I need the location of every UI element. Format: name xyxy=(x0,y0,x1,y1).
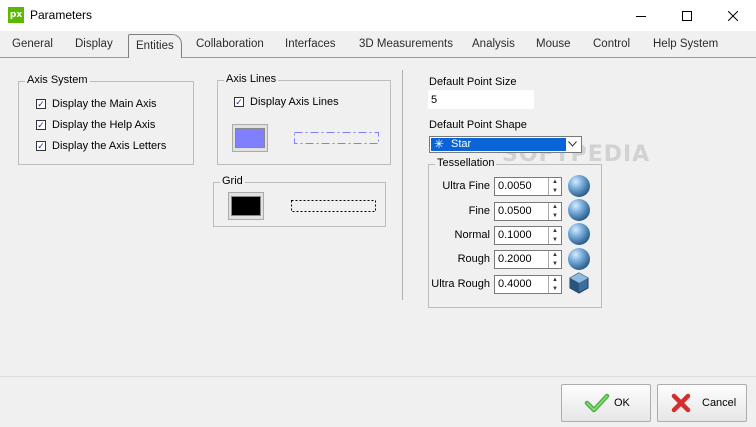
tab-3d-measurements[interactable]: 3D Measurements xyxy=(359,38,453,56)
star-icon: ✳ xyxy=(434,137,445,151)
axis-letters-label: Display the Axis Letters xyxy=(52,140,167,152)
normal-value: 0.1000 xyxy=(498,229,532,241)
ultra-fine-value: 0.0050 xyxy=(498,180,532,192)
chevron-down-icon xyxy=(568,141,577,147)
tab-entities[interactable]: Entities xyxy=(128,34,182,59)
point-shape-select[interactable]: ✳ Star xyxy=(429,136,582,153)
point-shape-label: Default Point Shape xyxy=(429,119,527,131)
ultra-rough-label: Ultra Rough xyxy=(431,278,490,290)
dialog-footer: OK Cancel xyxy=(0,376,756,427)
fine-spinner[interactable]: 0.0500 ▲ ▼ xyxy=(494,202,562,221)
spin-down-icon[interactable]: ▼ xyxy=(549,212,561,221)
tab-control[interactable]: Control xyxy=(593,38,630,56)
tab-collaboration[interactable]: Collaboration xyxy=(196,38,264,56)
spin-down-icon[interactable]: ▼ xyxy=(549,236,561,245)
maximize-button[interactable] xyxy=(664,0,710,31)
fine-value: 0.0500 xyxy=(498,205,532,217)
normal-sphere-icon xyxy=(568,223,590,245)
help-axis-label: Display the Help Axis xyxy=(52,119,156,131)
close-button[interactable] xyxy=(710,0,756,31)
maximize-icon xyxy=(682,10,692,21)
normal-spinner[interactable]: 0.1000 ▲ ▼ xyxy=(494,226,562,245)
main-axis-option[interactable]: ✓ Display the Main Axis xyxy=(36,97,157,111)
spin-down-icon[interactable]: ▼ xyxy=(549,187,561,196)
axis-lines-group: Axis Lines ✓ Display Axis Lines xyxy=(217,73,391,165)
axis-lines-color-button[interactable] xyxy=(232,124,268,152)
window-title: Parameters xyxy=(30,8,93,22)
display-axis-lines-option[interactable]: ✓ Display Axis Lines xyxy=(234,95,339,109)
ultra-rough-value: 0.4000 xyxy=(498,278,532,290)
rough-value: 0.2000 xyxy=(498,253,532,265)
display-axis-lines-checkbox[interactable]: ✓ xyxy=(234,97,244,107)
fine-sphere-icon xyxy=(568,199,590,221)
ultra-rough-spinner[interactable]: 0.4000 ▲ ▼ xyxy=(494,275,562,294)
tab-interfaces[interactable]: Interfaces xyxy=(285,38,336,56)
display-axis-lines-label: Display Axis Lines xyxy=(250,96,339,108)
spin-up-icon[interactable]: ▲ xyxy=(549,251,561,260)
spin-down-icon[interactable]: ▼ xyxy=(549,285,561,294)
tab-mouse[interactable]: Mouse xyxy=(536,38,571,56)
main-axis-label: Display the Main Axis xyxy=(52,98,157,110)
tessellation-title: Tessellation xyxy=(435,157,497,169)
axis-letters-option[interactable]: ✓ Display the Axis Letters xyxy=(36,139,166,153)
grid-color-swatch xyxy=(231,196,261,216)
app-icon: px xyxy=(8,7,24,23)
point-shape-value: Star xyxy=(451,138,472,150)
help-axis-option[interactable]: ✓ Display the Help Axis xyxy=(36,118,155,132)
minimize-button[interactable] xyxy=(618,0,664,31)
cancel-button[interactable]: Cancel xyxy=(657,384,747,422)
axis-lines-color-swatch xyxy=(235,128,265,148)
ok-label: OK xyxy=(614,397,630,409)
rough-label: Rough xyxy=(457,253,490,265)
grid-color-button[interactable] xyxy=(228,192,264,220)
ultra-rough-polyhedron-icon xyxy=(569,272,589,294)
point-shape-selected: ✳ Star xyxy=(431,138,566,151)
ultra-fine-spinner[interactable]: 0.0050 ▲ ▼ xyxy=(494,177,562,196)
spin-up-icon[interactable]: ▲ xyxy=(549,203,561,212)
grid-title: Grid xyxy=(220,175,245,187)
tab-help-system[interactable]: Help System xyxy=(653,38,718,56)
tab-analysis[interactable]: Analysis xyxy=(472,38,515,56)
spin-down-icon[interactable]: ▼ xyxy=(549,260,561,269)
axis-lines-style-preview[interactable] xyxy=(294,132,380,144)
tab-strip: General Display Entities Collaboration I… xyxy=(0,34,756,59)
check-icon xyxy=(584,393,610,413)
grid-style-preview[interactable] xyxy=(291,200,377,212)
minimize-icon xyxy=(636,15,646,17)
normal-label: Normal xyxy=(454,229,490,241)
cancel-label: Cancel xyxy=(702,397,737,409)
fine-label: Fine xyxy=(468,205,490,217)
title-bar: px Parameters xyxy=(0,0,756,31)
rough-spinner[interactable]: 0.2000 ▲ ▼ xyxy=(494,250,562,269)
close-icon xyxy=(728,10,738,21)
tab-display[interactable]: Display xyxy=(75,38,113,56)
spin-up-icon[interactable]: ▲ xyxy=(549,227,561,236)
tessellation-group: Tessellation Ultra Fine 0.0050 ▲ ▼ Fine 0… xyxy=(428,157,602,308)
cancel-x-icon xyxy=(671,393,691,413)
spin-up-icon[interactable]: ▲ xyxy=(549,276,561,285)
help-axis-checkbox[interactable]: ✓ xyxy=(36,120,46,130)
axis-system-title: Axis System xyxy=(25,74,90,86)
axis-letters-checkbox[interactable]: ✓ xyxy=(36,141,46,151)
ultra-fine-sphere-icon xyxy=(568,175,590,197)
point-size-input[interactable] xyxy=(428,90,534,109)
point-size-label: Default Point Size xyxy=(429,76,517,88)
grid-group: Grid xyxy=(213,175,386,227)
spin-up-icon[interactable]: ▲ xyxy=(549,178,561,187)
vertical-separator xyxy=(402,70,403,300)
rough-sphere-icon xyxy=(568,248,590,270)
axis-system-group: Axis System ✓ Display the Main Axis ✓ Di… xyxy=(18,74,194,165)
ok-button[interactable]: OK xyxy=(561,384,651,422)
main-axis-checkbox[interactable]: ✓ xyxy=(36,99,46,109)
axis-lines-title: Axis Lines xyxy=(224,73,279,85)
ultra-fine-label: Ultra Fine xyxy=(442,180,490,192)
tab-general[interactable]: General xyxy=(12,38,53,56)
